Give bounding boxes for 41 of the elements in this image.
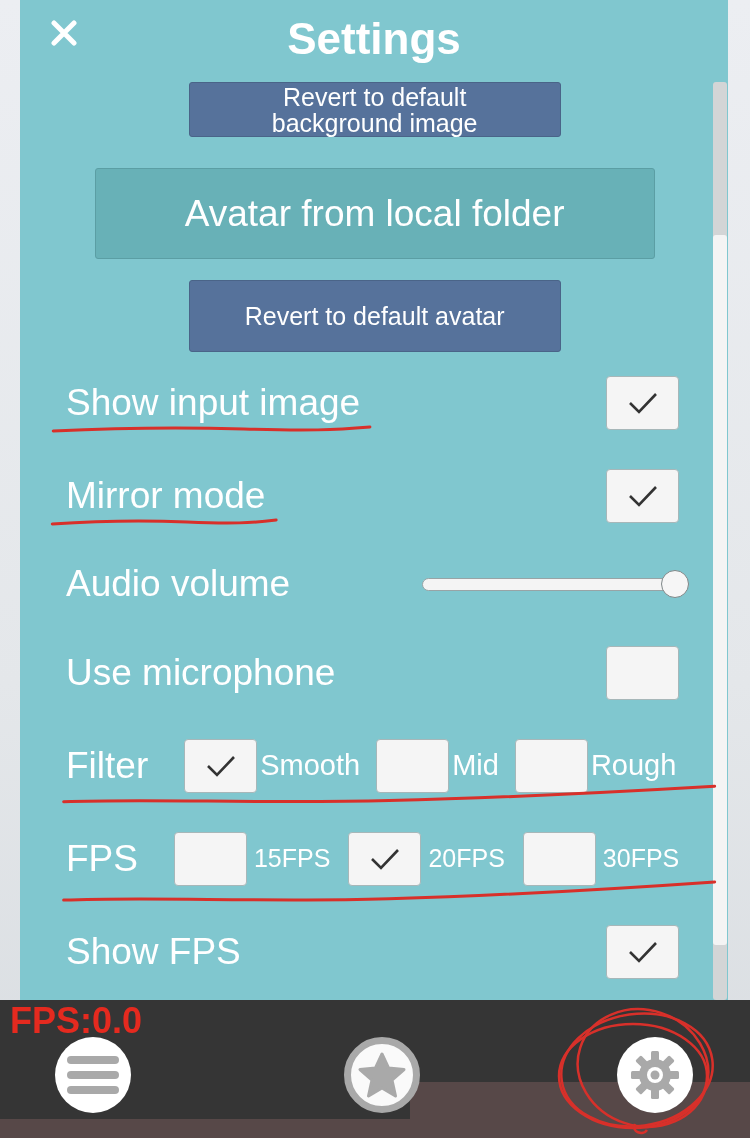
close-icon [51,20,77,46]
volume-slider[interactable] [422,570,690,598]
settings-button[interactable] [617,1037,693,1113]
setting-label: Show FPS [66,930,241,973]
close-button[interactable] [51,20,77,46]
checkbox[interactable] [348,831,422,886]
revert-button[interactable]: Revert to default background image [188,82,561,137]
checkbox[interactable] [606,924,680,979]
setting-label: Audio volume [66,563,291,605]
checkbox[interactable] [173,831,247,886]
settings-icon [630,1050,680,1100]
option-label: Rough [590,749,677,782]
setting-label: FPS [66,837,138,880]
setting-label: Filter [66,744,149,787]
setting-label: Use microphone [66,651,336,694]
option-label: Smooth [260,749,361,782]
fps-readout: FPS:0.0 [10,1003,143,1039]
checkbox[interactable] [522,831,596,886]
check-icon [627,391,658,414]
option-label: 20FPS [428,844,505,873]
option-label: 15FPS [253,844,331,873]
checkbox[interactable] [514,738,588,793]
check-icon [369,847,400,870]
menu-icon [67,1054,119,1096]
checkbox[interactable] [606,468,680,523]
check-icon [205,754,236,777]
settings-title: Settings [287,14,461,65]
checkbox[interactable] [606,375,680,430]
option-label: Mid [452,749,499,782]
checkbox[interactable] [606,645,680,700]
check-icon [627,484,658,507]
scrollbar-thumb[interactable] [713,235,727,945]
slider-thumb[interactable] [661,570,690,598]
star-icon [357,1051,407,1099]
option-label: 30FPS [602,844,680,873]
revert-button[interactable]: Revert to default avatar [188,280,561,352]
check-icon [627,940,658,963]
checkbox[interactable] [184,738,258,793]
setting-label: Mirror mode [66,474,266,517]
checkbox[interactable] [376,738,450,793]
setting-label: Show input image [66,381,361,424]
